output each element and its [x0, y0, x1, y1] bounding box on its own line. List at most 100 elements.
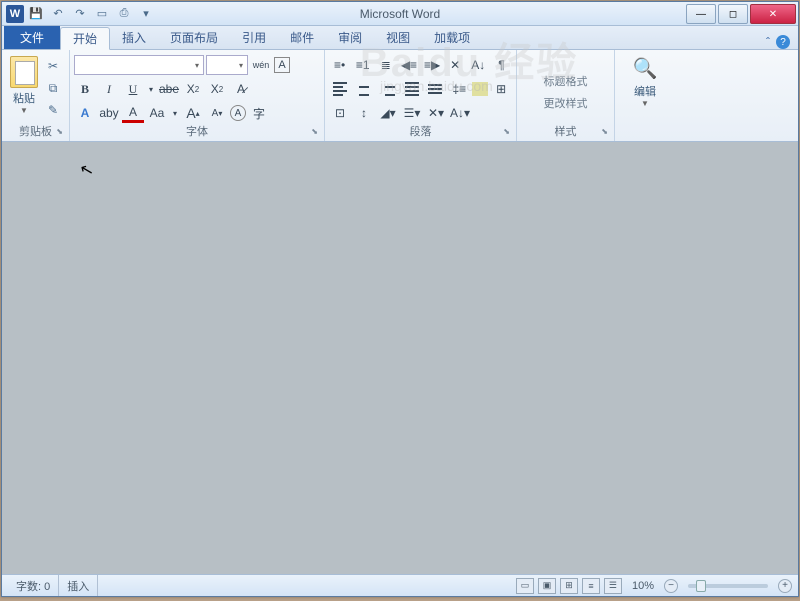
justify-icon[interactable]: [401, 79, 423, 99]
window-controls: — ◻ ✕: [686, 3, 798, 24]
quick-access-toolbar: W 💾 ↶ ↷ ▭ ⎙ ▾: [2, 4, 156, 24]
snap-to-grid-icon[interactable]: ⊡: [329, 103, 351, 123]
change-case-icon[interactable]: Aa: [146, 103, 168, 123]
tab-mailings[interactable]: 邮件: [278, 26, 326, 49]
status-bar: 字数: 0 插入 ▭ ▣ ⊞ ≡ ☰ 10% − +: [2, 574, 798, 596]
cut-icon[interactable]: ✂: [42, 56, 64, 76]
zoom-slider[interactable]: [688, 584, 768, 588]
qat-save-icon[interactable]: 💾: [26, 4, 46, 24]
word-count-status[interactable]: 字数: 0: [8, 575, 59, 596]
distributed-icon[interactable]: [425, 79, 447, 99]
zoom-level[interactable]: 10%: [632, 580, 654, 592]
show-marks-icon[interactable]: ¶: [491, 55, 512, 75]
tab-view[interactable]: 视图: [374, 26, 422, 49]
zoom-out-button[interactable]: −: [664, 579, 678, 593]
strikethrough-button[interactable]: abe: [158, 79, 180, 99]
group-styles: 标题格式 更改样式 样式: [517, 50, 615, 141]
find-icon[interactable]: 🔍: [633, 56, 658, 81]
minimize-button[interactable]: —: [686, 4, 716, 24]
text-direction-icon[interactable]: ↕: [353, 103, 375, 123]
shading-icon[interactable]: [472, 82, 488, 96]
shrink-font-icon[interactable]: A▾: [206, 103, 228, 123]
underline-button[interactable]: U: [122, 79, 144, 99]
group-paragraph-label: 段落: [329, 125, 512, 141]
format-painter-icon[interactable]: ✎: [42, 100, 64, 120]
numbering-icon[interactable]: ≡1: [352, 55, 373, 75]
font-size-combo[interactable]: ▾: [206, 55, 248, 75]
borders-icon[interactable]: ⊞: [490, 79, 512, 99]
font-family-combo[interactable]: ▾: [74, 55, 204, 75]
clear-formatting-icon[interactable]: A̷: [230, 79, 252, 99]
tab-review[interactable]: 审阅: [326, 26, 374, 49]
asian-layout-icon[interactable]: ✕: [445, 55, 466, 75]
sort-icon[interactable]: A↓: [468, 55, 489, 75]
group-clipboard: 粘贴 ▼ ✂ ⧉ ✎ 剪贴板: [2, 50, 70, 141]
phonetic-guide-icon[interactable]: wén: [250, 55, 272, 75]
text-effects-icon[interactable]: A: [74, 103, 96, 123]
group-styles-label: 样式: [521, 125, 610, 141]
copy-icon[interactable]: ⧉: [42, 78, 64, 98]
group-editing: 🔍 编辑 ▼: [615, 50, 675, 141]
change-case-dropdown-icon[interactable]: ▾: [170, 103, 180, 123]
tab-page-layout[interactable]: 页面布局: [158, 26, 230, 49]
enclose-characters-icon[interactable]: A: [230, 105, 246, 121]
quick-styles-button[interactable]: 标题格式: [544, 73, 588, 89]
tab-addins[interactable]: 加载项: [422, 26, 482, 49]
shading-dropdown-icon[interactable]: ◢▾: [377, 103, 399, 123]
print-layout-view-icon[interactable]: ▭: [516, 578, 534, 594]
maximize-button[interactable]: ◻: [718, 4, 748, 24]
bold-button[interactable]: B: [74, 79, 96, 99]
italic-button[interactable]: I: [98, 79, 120, 99]
editing-label: 编辑: [634, 83, 656, 99]
grow-font-icon[interactable]: A▴: [182, 103, 204, 123]
align-left-icon[interactable]: [329, 79, 351, 99]
decrease-indent-icon[interactable]: ◀≡: [398, 55, 419, 75]
close-button[interactable]: ✕: [750, 4, 796, 24]
qat-redo-icon[interactable]: ↷: [70, 4, 90, 24]
app-icon[interactable]: W: [6, 5, 24, 23]
sort-dropdown-icon[interactable]: A↓▾: [449, 103, 471, 123]
change-styles-button[interactable]: 更改样式: [544, 95, 588, 111]
minimize-ribbon-icon[interactable]: ˆ: [766, 35, 770, 49]
zoom-slider-thumb[interactable]: [696, 580, 706, 592]
qat-customize-icon[interactable]: ▾: [136, 4, 156, 24]
bullets-icon[interactable]: ≡•: [329, 55, 350, 75]
draft-view-icon[interactable]: ☰: [604, 578, 622, 594]
line-spacing-icon[interactable]: ‡≡: [448, 79, 470, 99]
ribbon-tabs: 文件 开始 插入 页面布局 引用 邮件 审阅 视图 加载项 ˆ ?: [2, 26, 798, 50]
paste-icon: [10, 56, 38, 88]
increase-indent-icon[interactable]: ≡▶: [422, 55, 443, 75]
tab-references[interactable]: 引用: [230, 26, 278, 49]
paste-label: 粘贴: [13, 90, 35, 106]
outline-view-icon[interactable]: ≡: [582, 578, 600, 594]
fullscreen-reading-view-icon[interactable]: ▣: [538, 578, 556, 594]
asian-dropdown-icon[interactable]: ✕▾: [425, 103, 447, 123]
qat-print-icon[interactable]: ⎙: [114, 4, 134, 24]
align-right-icon[interactable]: [377, 79, 399, 99]
underline-dropdown-icon[interactable]: ▾: [146, 79, 156, 99]
document-area[interactable]: ↖: [2, 142, 798, 574]
tab-file[interactable]: 文件: [4, 26, 60, 49]
highlight-color-icon[interactable]: aby: [98, 103, 120, 123]
tab-insert[interactable]: 插入: [110, 26, 158, 49]
web-layout-view-icon[interactable]: ⊞: [560, 578, 578, 594]
tab-home[interactable]: 开始: [60, 27, 110, 50]
app-window: W 💾 ↶ ↷ ▭ ⎙ ▾ Microsoft Word — ◻ ✕ 文件 开始…: [1, 1, 799, 597]
group-font-label: 字体: [74, 125, 320, 141]
zoom-in-button[interactable]: +: [778, 579, 792, 593]
character-border-icon[interactable]: A: [274, 57, 290, 73]
ribbon: 粘贴 ▼ ✂ ⧉ ✎ 剪贴板 ▾ ▾ wén A: [2, 50, 798, 142]
align-center-icon[interactable]: [353, 79, 375, 99]
mouse-cursor-icon: ↖: [78, 159, 96, 182]
qat-undo-icon[interactable]: ↶: [48, 4, 68, 24]
help-icon[interactable]: ?: [776, 35, 790, 49]
insert-mode-status[interactable]: 插入: [59, 575, 98, 596]
character-shading-icon[interactable]: 字: [248, 103, 270, 123]
paste-button[interactable]: 粘贴 ▼: [6, 52, 42, 125]
qat-new-icon[interactable]: ▭: [92, 4, 112, 24]
multilevel-list-icon[interactable]: ≣: [375, 55, 396, 75]
superscript-button[interactable]: X2: [206, 79, 228, 99]
borders-dropdown-icon[interactable]: ☰▾: [401, 103, 423, 123]
subscript-button[interactable]: X2: [182, 79, 204, 99]
font-color-icon[interactable]: A: [122, 103, 144, 123]
